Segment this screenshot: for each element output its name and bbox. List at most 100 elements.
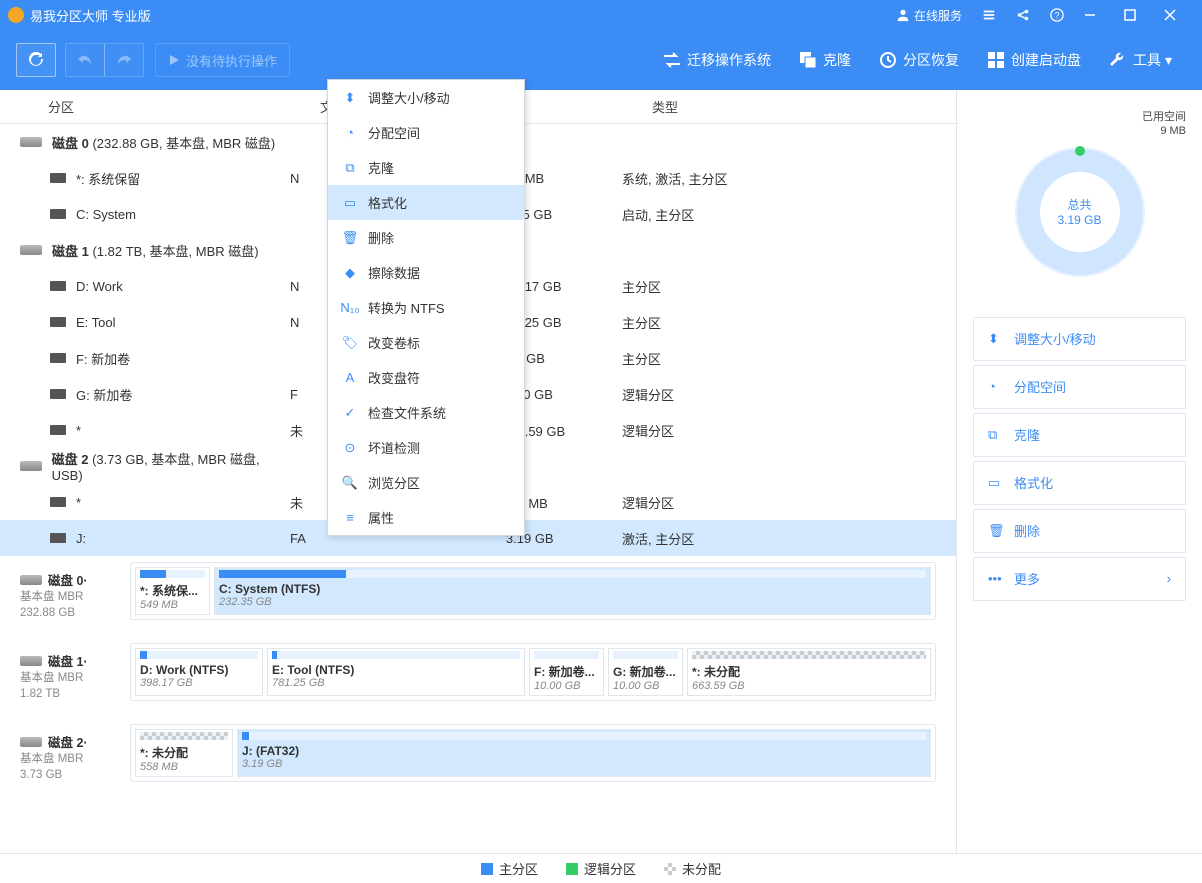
volume-icon xyxy=(50,281,66,291)
wipe-icon: ◆ xyxy=(342,265,358,281)
more-icon: ••• xyxy=(988,571,1004,587)
pending-operations: 没有待执行操作 xyxy=(155,43,290,77)
legend-logical: 逻辑分区 xyxy=(566,859,636,878)
menu-item-properties[interactable]: ≡属性 xyxy=(328,500,524,535)
menu-item-format[interactable]: ▭格式化 xyxy=(328,185,524,220)
menu-item-surface-test[interactable]: ⊙坏道检测 xyxy=(328,430,524,465)
person-icon xyxy=(896,8,910,22)
map-partition[interactable]: F: 新加卷...10.00 GB xyxy=(529,648,604,696)
map-partition[interactable]: *: 未分配663.59 GB xyxy=(687,648,931,696)
properties-icon: ≡ xyxy=(342,510,358,526)
menu-item-label[interactable]: 🏷改变卷标 xyxy=(328,325,524,360)
clone-icon: ⧉ xyxy=(988,427,1004,443)
maximize-button[interactable] xyxy=(1114,0,1154,30)
volume-icon xyxy=(50,209,66,219)
menu-item-explore[interactable]: 🔍浏览分区 xyxy=(328,465,524,500)
volume-icon xyxy=(50,389,66,399)
recovery-icon xyxy=(879,51,897,69)
format-button[interactable]: ▭格式化 xyxy=(973,461,1186,505)
volume-icon xyxy=(50,425,66,435)
migrate-os-button[interactable]: 迁移操作系统 xyxy=(649,30,785,90)
delete-icon: 🗑 xyxy=(988,523,1004,539)
menu-item-check-fs[interactable]: ✓检查文件系统 xyxy=(328,395,524,430)
label-icon: 🏷 xyxy=(342,335,358,351)
resize-icon: ⬍ xyxy=(342,90,358,106)
format-icon: ▭ xyxy=(342,195,358,211)
map-partition[interactable]: G: 新加卷...10.00 GB xyxy=(608,648,683,696)
delete-icon: 🗑 xyxy=(342,230,358,246)
menu-item-allocate[interactable]: ◔分配空间 xyxy=(328,115,524,150)
resize-icon: ⬍ xyxy=(988,331,1004,347)
drive-letter-icon: A xyxy=(342,370,358,386)
side-panel: 已用空间9 MB 总共3.19 GB ⬍调整大小/移动◔分配空间⧉克隆▭格式化🗑… xyxy=(957,90,1202,853)
svg-text:?: ? xyxy=(1055,11,1060,21)
create-bootdisk-button[interactable]: 创建启动盘 xyxy=(973,30,1095,90)
app-title: 易我分区大师 专业版 xyxy=(30,6,151,25)
migrate-icon xyxy=(663,51,681,69)
disk-icon xyxy=(20,245,42,255)
used-space-label: 已用空间9 MB xyxy=(973,110,1186,139)
menu-item-wipe[interactable]: ◆擦除数据 xyxy=(328,255,524,290)
wrench-icon xyxy=(1109,51,1127,69)
clone-button[interactable]: 克隆 xyxy=(785,30,865,90)
explore-icon: 🔍 xyxy=(342,475,358,491)
disk-icon xyxy=(20,137,42,147)
allocate-icon: ◔ xyxy=(342,125,358,141)
menu-item-clone[interactable]: ⧉克隆 xyxy=(328,150,524,185)
map-partition[interactable]: *: 未分配558 MB xyxy=(135,729,233,777)
volume-icon xyxy=(50,497,66,507)
disk-maps: 磁盘 0·基本盘 MBR232.88 GB*: 系统保...549 MBC: S… xyxy=(0,556,956,812)
context-menu[interactable]: ⬍调整大小/移动◔分配空间⧉克隆▭格式化🗑删除◆擦除数据N₁₀转换为 NTFS🏷… xyxy=(327,79,525,536)
resize-button[interactable]: ⬍调整大小/移动 xyxy=(973,317,1186,361)
legend-primary: 主分区 xyxy=(481,859,538,878)
menu-item-delete[interactable]: 🗑删除 xyxy=(328,220,524,255)
menu-item-drive-letter[interactable]: A改变盘符 xyxy=(328,360,524,395)
volume-icon xyxy=(50,173,66,183)
menu-icon-button[interactable] xyxy=(972,0,1006,30)
undo-button xyxy=(65,43,105,77)
map-partition[interactable]: J: (FAT32)3.19 GB xyxy=(237,729,931,777)
toolbar: 没有待执行操作 迁移操作系统 克隆 分区恢复 创建启动盘 工具 ▾ xyxy=(0,30,1202,90)
volume-icon xyxy=(50,533,66,543)
menu-item-convert[interactable]: N₁₀转换为 NTFS xyxy=(328,290,524,325)
app-logo-icon xyxy=(8,7,24,23)
bootdisk-icon xyxy=(987,51,1005,69)
clone-icon: ⧉ xyxy=(342,160,358,176)
convert-icon: N₁₀ xyxy=(342,300,358,316)
clone-button[interactable]: ⧉克隆 xyxy=(973,413,1186,457)
allocate-button[interactable]: ◔分配空间 xyxy=(973,365,1186,409)
allocate-icon: ◔ xyxy=(988,379,1004,395)
format-icon: ▭ xyxy=(988,475,1004,491)
close-button[interactable] xyxy=(1154,0,1194,30)
share-icon-button[interactable] xyxy=(1006,0,1040,30)
clone-icon xyxy=(799,51,817,69)
volume-icon xyxy=(50,353,66,363)
partition-recovery-button[interactable]: 分区恢复 xyxy=(865,30,973,90)
minimize-button[interactable] xyxy=(1074,0,1114,30)
disk-map-row: 磁盘 1·基本盘 MBR1.82 TBD: Work (NTFS)398.17 … xyxy=(20,643,936,710)
map-partition[interactable]: E: Tool (NTFS)781.25 GB xyxy=(267,648,525,696)
play-icon xyxy=(168,54,180,66)
disk-map-row: 磁盘 2·基本盘 MBR3.73 GB*: 未分配558 MBJ: (FAT32… xyxy=(20,724,936,791)
map-partition[interactable]: *: 系统保...549 MB xyxy=(135,567,210,615)
disk-icon xyxy=(20,461,42,471)
more-button[interactable]: ••• 更多 › xyxy=(973,557,1186,601)
delete-button[interactable]: 🗑删除 xyxy=(973,509,1186,553)
refresh-button[interactable] xyxy=(16,43,56,77)
help-icon-button[interactable]: ? xyxy=(1040,0,1074,30)
column-partition[interactable]: 分区 xyxy=(48,97,320,116)
map-partition[interactable]: C: System (NTFS)232.35 GB xyxy=(214,567,931,615)
menu-item-resize[interactable]: ⬍调整大小/移动 xyxy=(328,80,524,115)
chevron-right-icon: › xyxy=(1167,571,1171,586)
usage-donut-chart: 总共3.19 GB xyxy=(1015,147,1145,277)
legend: 主分区 逻辑分区 未分配 xyxy=(0,853,1202,883)
column-type[interactable]: 类型 xyxy=(652,97,956,116)
disk-map-row: 磁盘 0·基本盘 MBR232.88 GB*: 系统保...549 MBC: S… xyxy=(20,562,936,629)
online-service-link[interactable]: 在线服务 xyxy=(886,0,972,30)
check-fs-icon: ✓ xyxy=(342,405,358,421)
surface-test-icon: ⊙ xyxy=(342,440,358,456)
volume-icon xyxy=(50,317,66,327)
map-partition[interactable]: D: Work (NTFS)398.17 GB xyxy=(135,648,263,696)
donut-marker-icon xyxy=(1075,146,1085,156)
tools-button[interactable]: 工具 ▾ xyxy=(1095,30,1186,90)
